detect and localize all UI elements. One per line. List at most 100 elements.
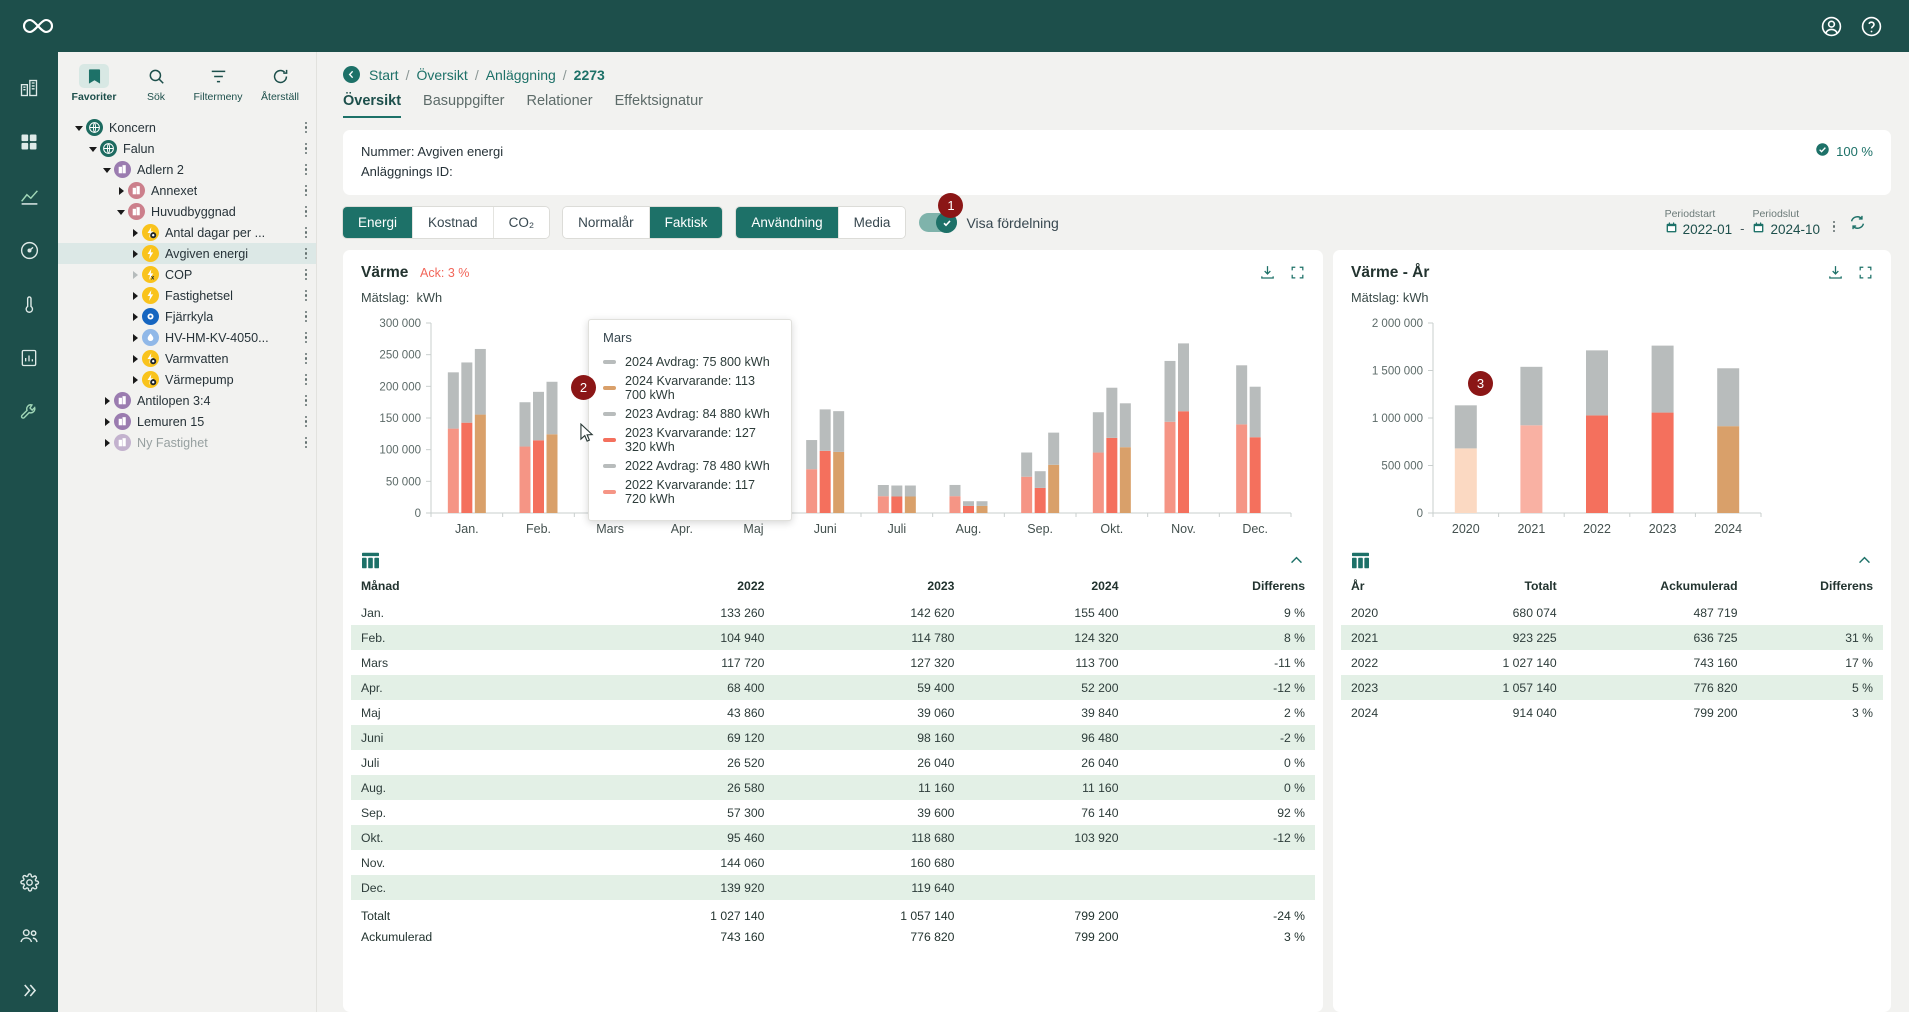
tree-item-annexet[interactable]: Annexet [58,180,316,201]
more-vertical-icon[interactable] [1832,220,1836,232]
rail-item-dashboard[interactable] [9,120,49,164]
rail-item-users[interactable] [9,914,49,958]
tab-effektsignatur[interactable]: Effektsignatur [615,93,703,118]
table-row[interactable]: Aug. 26 580 11 160 11 160 0 % [351,775,1315,800]
chevron-right-icon[interactable] [100,417,114,427]
tree-item-lemuren-15[interactable]: Lemuren 15 [58,411,316,432]
chevron-right-icon[interactable] [128,228,142,238]
chevron-right-icon[interactable] [100,396,114,406]
download-icon[interactable] [1259,264,1276,284]
chevron-right-icon[interactable] [100,438,114,448]
tree-item-antilopen-3-4[interactable]: Antilopen 3:4 [58,390,316,411]
rail-item-settings[interactable] [9,860,49,904]
table-row[interactable]: 2021 923 225 636 725 31 % [1341,625,1883,650]
more-vertical-icon[interactable] [304,436,308,449]
button-energi[interactable]: Energi [343,207,414,238]
tree-item-varmvatten[interactable]: Varmvatten [58,348,316,369]
chevron-down-icon[interactable] [72,123,86,133]
fullscreen-icon[interactable] [1290,265,1305,283]
more-vertical-icon[interactable] [304,415,308,428]
chevron-right-icon[interactable] [128,249,142,259]
table-row[interactable]: Dec. 139 920 119 640 [351,875,1315,900]
table-row[interactable]: Sep. 57 300 39 600 76 140 92 % [351,800,1315,825]
sidebar-tool-favoriter[interactable]: Favoriter [64,60,124,105]
period-end-value-button[interactable]: 2024-10 [1752,221,1820,237]
period-start-value-button[interactable]: 2022-01 [1665,221,1732,237]
table-row[interactable]: 2020 680 074 487 719 [1341,600,1883,625]
chevron-right-icon[interactable] [128,312,142,322]
yearly-bar-chart[interactable]: 0 500 000 1 000 000 1 500 000 2 000 000 2020 2… [1333,305,1891,546]
back-arrow-icon[interactable] [343,66,360,83]
table-row[interactable]: 2024 914 040 799 200 3 % [1341,700,1883,725]
table-row[interactable]: 2023 1 057 140 776 820 5 % [1341,675,1883,700]
more-vertical-icon[interactable] [304,331,308,344]
monthly-bar-chart[interactable]: 0 50 000 100 000 150 000 200 000 250 000 300 0… [343,305,1323,546]
rail-item-chart[interactable] [9,174,49,218]
download-icon[interactable] [1827,264,1844,284]
table-row[interactable]: Okt. 95 460 118 680 103 920 -12 % [351,825,1315,850]
table-grid-icon[interactable] [1351,552,1370,572]
chevron-down-icon[interactable] [114,207,128,217]
chevron-right-icon[interactable] [128,354,142,364]
chevron-down-icon[interactable] [100,165,114,175]
tree-item-cop[interactable]: x COP [58,264,316,285]
rail-item-tools[interactable] [9,390,49,434]
chevron-right-icon[interactable] [128,270,142,280]
more-vertical-icon[interactable] [304,289,308,302]
tree-item-antal-dagar-per[interactable]: Antal dagar per ... [58,222,316,243]
more-vertical-icon[interactable] [304,310,308,323]
table-row[interactable]: 2022 1 027 140 743 160 17 % [1341,650,1883,675]
tree-item-koncern[interactable]: Koncern [58,117,316,138]
tree-item-fastighetsel[interactable]: Fastighetsel [58,285,316,306]
refresh-circular-icon[interactable] [1848,213,1867,235]
table-grid-icon[interactable] [361,552,380,572]
button-anvandning[interactable]: Användning [736,207,839,238]
table-row[interactable]: Jan. 133 260 142 620 155 400 9 % [351,600,1315,625]
help-circle-icon[interactable] [1851,6,1891,46]
tab-oversikt[interactable]: Översikt [343,93,402,118]
tab-relationer[interactable]: Relationer [526,93,592,118]
more-vertical-icon[interactable] [304,268,308,281]
more-vertical-icon[interactable] [304,163,308,176]
breadcrumb-item-oversikt[interactable]: Översikt [416,67,467,83]
tree-item-avgiven-energi[interactable]: Avgiven energi [58,243,316,264]
more-vertical-icon[interactable] [304,142,308,155]
table-row[interactable]: Juni 69 120 98 160 96 480 -2 % [351,725,1315,750]
more-vertical-icon[interactable] [304,394,308,407]
chevron-right-icon[interactable] [128,291,142,301]
sidebar-tool-filtermeny[interactable]: Filtermeny [188,60,248,105]
more-vertical-icon[interactable] [304,247,308,260]
button-faktisk[interactable]: Faktisk [649,207,723,238]
chevron-up-icon[interactable] [1288,552,1305,572]
tree-item-huvudbyggnad[interactable]: Huvudbyggnad [58,201,316,222]
tree-item-ny-fastighet[interactable]: Ny Fastighet [58,432,316,453]
table-row[interactable]: Nov. 144 060 160 680 [351,850,1315,875]
tree-item-v-rmepump[interactable]: Värmepump [58,369,316,390]
tree-item-adlern-2[interactable]: Adlern 2 [58,159,316,180]
breadcrumb-item-start[interactable]: Start [369,67,399,83]
rail-item-report[interactable] [9,336,49,380]
breadcrumb-item-anlaggning[interactable]: Anläggning [486,67,556,83]
rail-item-expand[interactable] [9,968,49,1012]
more-vertical-icon[interactable] [304,373,308,386]
table-row[interactable]: Feb. 104 940 114 780 124 320 8 % [351,625,1315,650]
chevron-up-icon[interactable] [1856,552,1873,572]
tree-item-fj-rrkyla[interactable]: Fjärrkyla [58,306,316,327]
infinity-logo[interactable] [18,11,58,41]
rail-item-buildings[interactable] [9,66,49,110]
more-vertical-icon[interactable] [304,205,308,218]
sidebar-tool-sok[interactable]: Sök [126,60,186,105]
more-vertical-icon[interactable] [304,226,308,239]
tab-basuppgifter[interactable]: Basuppgifter [423,93,504,118]
chevron-right-icon[interactable] [114,186,128,196]
more-vertical-icon[interactable] [304,184,308,197]
table-row[interactable]: Mars 117 720 127 320 113 700 -11 % [351,650,1315,675]
fullscreen-icon[interactable] [1858,265,1873,283]
chevron-right-icon[interactable] [128,375,142,385]
chevron-down-icon[interactable] [86,144,100,154]
account-circle-icon[interactable] [1811,6,1851,46]
rail-item-gauge[interactable] [9,228,49,272]
chevron-right-icon[interactable] [128,333,142,343]
button-media[interactable]: Media [838,207,906,238]
tree-item-hv-hm-kv-4050[interactable]: HV-HM-KV-4050... [58,327,316,348]
